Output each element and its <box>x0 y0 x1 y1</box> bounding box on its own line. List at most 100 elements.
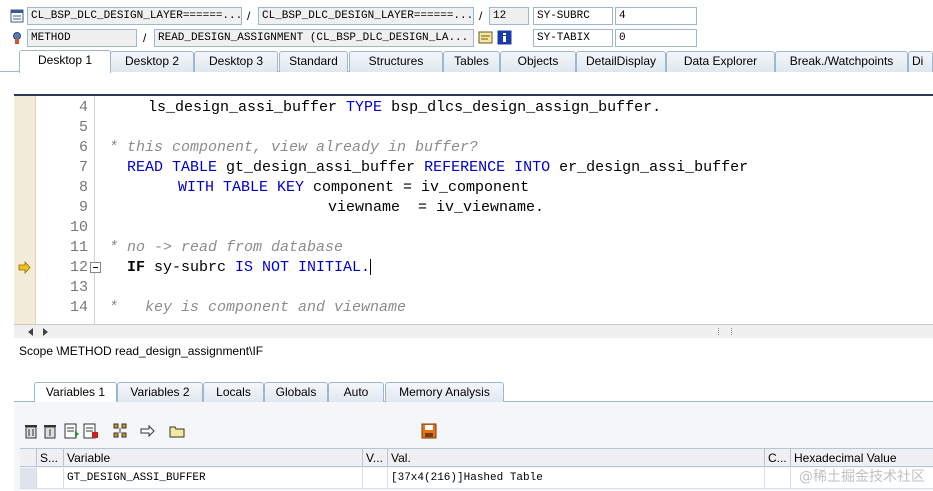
tab-variables-2[interactable]: Variables 2 <box>117 382 203 402</box>
sysvar-name-field[interactable]: SY-SUBRC <box>533 7 613 25</box>
keyword: REFERENCE INTO <box>424 159 551 176</box>
column-header-variable[interactable]: Variable <box>64 449 363 467</box>
program-icon <box>10 9 24 23</box>
info-icon[interactable] <box>497 30 512 45</box>
sysvar-name-field-2[interactable]: SY-TABIX <box>533 29 613 47</box>
method-icon <box>13 32 21 44</box>
keyword: IF <box>127 259 146 276</box>
separator: / <box>247 9 251 23</box>
tab-objects[interactable]: Objects <box>500 51 576 72</box>
column-header-status[interactable]: S... <box>37 449 64 467</box>
code-text: er_design_assi_buffer <box>550 159 749 176</box>
tab-memory-analysis[interactable]: Memory Analysis <box>385 382 504 402</box>
event-name-field[interactable]: READ_DESIGN_ASSIGNMENT (CL_BSP_DLC_DESIG… <box>154 29 474 47</box>
code-line[interactable]: 13 <box>14 278 933 298</box>
tab-data-explorer[interactable]: Data Explorer <box>666 51 775 72</box>
program-info-row: CL_BSP_DLC_DESIGN_LAYER======... / CL_BS… <box>0 6 933 26</box>
line-number: 11 <box>69 239 88 256</box>
tab-standard[interactable]: Standard <box>279 51 348 72</box>
keyword: IS NOT INITIAL. <box>235 259 371 276</box>
tab-desktop-3[interactable]: Desktop 3 <box>194 51 278 72</box>
event-type-field[interactable]: METHOD <box>27 29 137 47</box>
scroll-left-icon[interactable] <box>26 326 36 338</box>
value-cell[interactable]: [37x4(216)]Hashed Table <box>388 468 765 488</box>
line-number: 14 <box>69 299 88 316</box>
tab-detail-display[interactable]: DetailDisplay <box>576 51 666 72</box>
sysvar-value-field[interactable]: 4 <box>615 7 697 25</box>
comment: * key is component and viewname <box>109 299 407 316</box>
fold-toggle[interactable] <box>90 262 101 273</box>
delete-icon[interactable] <box>23 423 39 439</box>
code-line[interactable]: 5 <box>14 118 933 138</box>
sysvar-value-field-2[interactable]: 0 <box>615 29 697 47</box>
line-number-field[interactable]: 12 <box>489 7 529 25</box>
scroll-right-icon[interactable] <box>40 326 50 338</box>
tab-desktop-1[interactable]: Desktop 1 <box>19 50 111 73</box>
code-line[interactable]: 9 viewname = iv_viewname. <box>14 198 933 218</box>
code-line[interactable]: 14 * key is component and viewname <box>14 298 933 318</box>
display-source-icon[interactable] <box>478 30 493 45</box>
code-line[interactable]: 6 * this component, view already in buff… <box>14 138 933 158</box>
tab-di[interactable]: Di <box>908 51 933 72</box>
code-line[interactable]: 4 ls_design_assi_buffer TYPE bsp_dlcs_de… <box>14 98 933 118</box>
line-number: 9 <box>78 199 88 216</box>
tab-structures[interactable]: Structures <box>349 51 443 72</box>
c-cell <box>765 468 791 488</box>
row-selector-header[interactable] <box>20 449 37 467</box>
column-header-hex[interactable]: Hexadecimal Value <box>791 449 933 467</box>
source-code-editor[interactable]: 4 ls_design_assi_buffer TYPE bsp_dlcs_de… <box>14 94 933 338</box>
code-text: bsp_dlcs_design_assign_buffer. <box>382 99 662 116</box>
separator: / <box>143 31 147 45</box>
text-cursor <box>370 259 372 276</box>
code-line[interactable]: 10 <box>14 218 933 238</box>
line-number: 10 <box>69 219 88 236</box>
line-number: 4 <box>78 99 88 116</box>
include-field[interactable]: CL_BSP_DLC_DESIGN_LAYER======... <box>258 7 474 25</box>
load-variables-icon[interactable] <box>64 423 80 439</box>
line-number: 12 <box>69 259 88 276</box>
current-code-line[interactable]: 12 IF sy-subrc IS NOT INITIAL. <box>14 258 933 278</box>
program-field[interactable]: CL_BSP_DLC_DESIGN_LAYER======... <box>27 7 242 25</box>
code-line[interactable]: 11 * no -> read from database <box>14 238 933 258</box>
watermark: @稀土掘金技术社区 <box>799 469 925 485</box>
variables-table-header: S... Variable V... Val. C... Hexadecimal… <box>20 448 933 467</box>
save-icon[interactable] <box>421 423 437 439</box>
tab-globals[interactable]: Globals <box>264 382 328 402</box>
save-variables-icon[interactable] <box>83 423 99 439</box>
line-number: 13 <box>69 279 88 296</box>
tab-desktop-2[interactable]: Desktop 2 <box>110 51 194 72</box>
tab-locals[interactable]: Locals <box>203 382 264 402</box>
column-header-c[interactable]: C... <box>765 449 791 467</box>
delete-all-icon[interactable] <box>42 423 58 439</box>
code-text: component = iv_component <box>304 179 530 196</box>
keyword: WITH TABLE KEY <box>178 179 305 196</box>
v-cell <box>363 468 388 488</box>
row-selector[interactable] <box>20 468 37 488</box>
hierarchy-icon[interactable] <box>112 423 128 439</box>
scrollbar-grip[interactable] <box>718 328 732 335</box>
code-line[interactable]: 7 READ TABLE gt_design_assi_buffer REFER… <box>14 158 933 178</box>
scope-label: Scope \METHOD read_design_assignment\IF <box>19 344 264 358</box>
comment: * this component, view already in buffer… <box>109 139 479 156</box>
tab-tables[interactable]: Tables <box>443 51 500 72</box>
tab-auto[interactable]: Auto <box>328 382 384 402</box>
status-cell <box>37 468 64 488</box>
code-line[interactable]: 8 WITH TABLE KEY component = iv_componen… <box>14 178 933 198</box>
code-text: ls_design_assi_buffer <box>148 99 347 116</box>
current-statement-arrow-icon <box>18 261 31 274</box>
column-header-value[interactable]: Val. <box>388 449 765 467</box>
variables-tabbar: Variables 1 Variables 2 Locals Globals A… <box>14 381 933 402</box>
table-row[interactable]: GT_DESIGN_ASSI_BUFFER [37x4(216)]Hashed … <box>20 468 933 489</box>
horizontal-scrollbar[interactable] <box>14 324 933 338</box>
line-number: 7 <box>78 159 88 176</box>
tab-breakpoints[interactable]: Break./Watchpoints <box>775 51 908 72</box>
tab-variables-1[interactable]: Variables 1 <box>34 382 117 402</box>
line-number: 8 <box>78 179 88 196</box>
transfer-icon[interactable] <box>140 423 156 439</box>
line-number: 5 <box>78 119 88 136</box>
variable-name-cell[interactable]: GT_DESIGN_ASSI_BUFFER <box>64 468 363 488</box>
comment: * no -> read from database <box>109 239 344 256</box>
separator: / <box>479 9 483 23</box>
column-header-v[interactable]: V... <box>363 449 388 467</box>
folder-icon[interactable] <box>169 423 185 439</box>
